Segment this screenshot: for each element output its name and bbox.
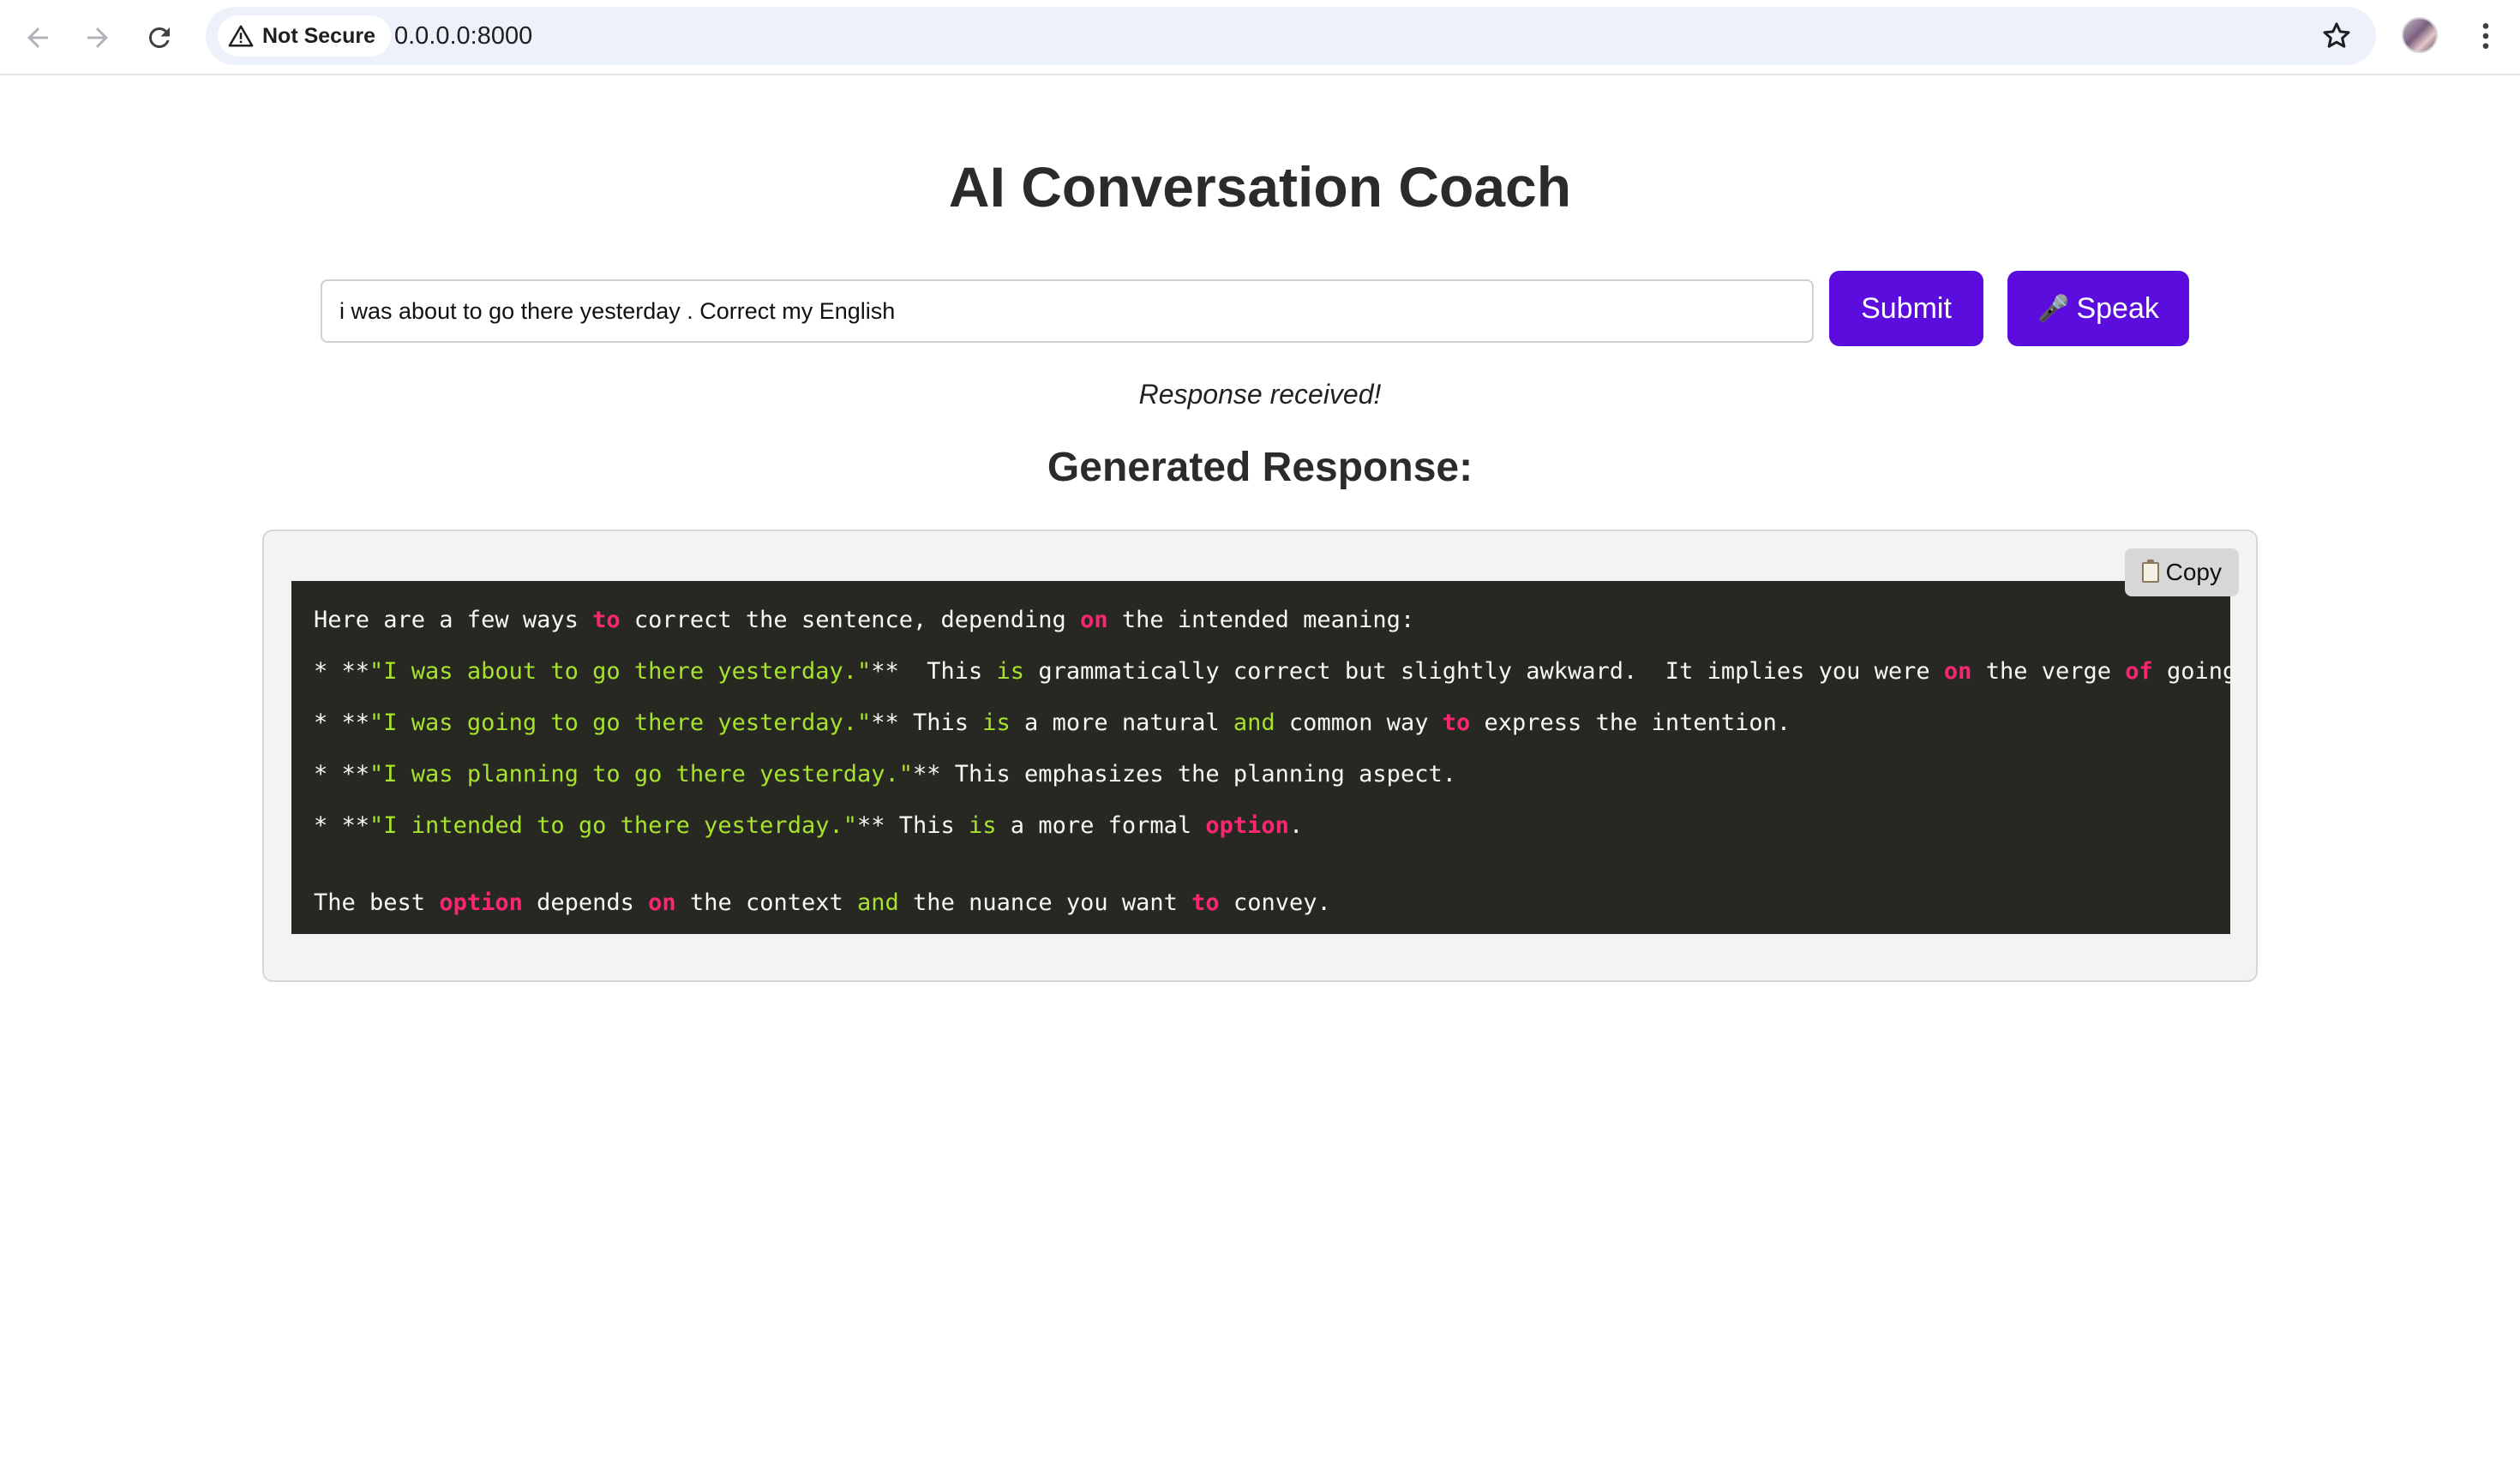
response-token: "I was going to go there yesterday." <box>369 710 872 736</box>
response-token: depends <box>522 889 649 916</box>
speak-label: Speak <box>2076 291 2159 325</box>
response-token: option <box>1205 812 1289 839</box>
arrow-left-icon <box>27 27 48 48</box>
response-token: ** This emphasizes the planning aspect. <box>913 761 1456 787</box>
response-token: The best <box>314 889 440 916</box>
submit-button[interactable]: Submit <box>1829 271 1983 346</box>
response-line: Here are a few ways to correct the sente… <box>314 602 2208 653</box>
response-token: * ** <box>314 761 370 787</box>
submit-label: Submit <box>1861 291 1952 325</box>
response-token: a more formal <box>996 812 1206 839</box>
security-chip[interactable]: Not Secure <box>218 15 391 57</box>
response-token: and <box>857 889 899 916</box>
status-message: Response received! <box>1138 379 1382 410</box>
copy-button[interactable]: Copy <box>2124 548 2239 596</box>
response-token: and <box>1233 710 1275 736</box>
response-token: going yest <box>2167 658 2230 685</box>
response-token: on <box>1080 607 1108 633</box>
response-token: express the intention. <box>1470 710 1791 736</box>
response-token: is <box>969 812 997 839</box>
response-token: ** This <box>871 710 983 736</box>
response-token: * ** <box>314 658 370 685</box>
browser-toolbar: Not Secure 0.0.0.0:8000 <box>0 0 2520 75</box>
response-token: to <box>592 607 621 633</box>
arrow-right-icon <box>87 27 108 48</box>
response-token: is <box>996 658 1025 685</box>
microphone-icon: 🎤 <box>2037 294 2070 323</box>
back-button[interactable] <box>15 15 60 60</box>
forward-button[interactable] <box>75 15 120 60</box>
clipboard-icon <box>2141 560 2159 583</box>
response-line: * **"I intended to go there yesterday."*… <box>314 807 2208 859</box>
profile-avatar[interactable] <box>2402 17 2438 53</box>
response-line <box>314 859 2208 884</box>
response-line: * **"I was planning to go there yesterda… <box>314 756 2208 807</box>
response-token: the verge <box>1971 658 2126 685</box>
response-token: convey. <box>1219 889 1331 916</box>
response-token: option <box>439 889 523 916</box>
response-token: to <box>1442 710 1471 736</box>
response-token: is <box>982 710 1011 736</box>
more-vert-icon[interactable] <box>2469 17 2503 55</box>
response-token: of <box>2125 658 2153 685</box>
response-token: on <box>648 889 676 916</box>
response-line: The best option depends on the context a… <box>314 884 2208 934</box>
response-token: * ** <box>314 710 370 736</box>
response-token: Here are a few ways <box>314 607 593 633</box>
url-text[interactable]: 0.0.0.0:8000 <box>394 7 532 65</box>
address-bar[interactable]: Not Secure 0.0.0.0:8000 <box>206 7 2376 65</box>
response-token: on <box>1943 658 1972 685</box>
response-token: to <box>1191 889 1220 916</box>
response-token: correct the sentence, depending <box>620 607 1081 633</box>
response-token: * ** <box>314 812 370 839</box>
response-token: ** This <box>856 812 969 839</box>
response-token: ** This <box>871 658 997 685</box>
response-token: common way <box>1275 710 1443 736</box>
response-token: "I intended to go there yesterday." <box>369 812 857 839</box>
response-token: a more natural <box>1010 710 1233 736</box>
warning-icon <box>228 25 254 47</box>
response-line: * **"I was going to go there yesterday."… <box>314 704 2208 756</box>
reload-icon <box>148 27 170 48</box>
response-token: the nuance you want <box>898 889 1192 916</box>
reload-button[interactable] <box>137 15 182 60</box>
response-code-block: Here are a few ways to correct the sente… <box>291 581 2230 934</box>
response-heading: Generated Response: <box>1047 445 1473 490</box>
response-line: * **"I was about to go there yesterday."… <box>314 653 2230 704</box>
response-token: grammatically correct but slightly awkwa… <box>1024 658 1944 685</box>
bookmark-star-icon[interactable] <box>2319 19 2354 53</box>
response-card: Here are a few ways to correct the sente… <box>262 530 2258 982</box>
response-token: the context <box>675 889 858 916</box>
speak-button[interactable]: 🎤 Speak <box>2007 271 2189 346</box>
query-input[interactable] <box>321 279 1814 343</box>
response-token: the intended meaning: <box>1107 607 1415 633</box>
response-token: "I was about to go there yesterday." <box>369 658 872 685</box>
security-label: Not Secure <box>262 23 375 48</box>
response-token: "I was planning to go there yesterday." <box>369 761 913 787</box>
page-title: AI Conversation Coach <box>948 155 1572 219</box>
response-token: . <box>1288 812 1304 839</box>
copy-label: Copy <box>2165 559 2222 585</box>
